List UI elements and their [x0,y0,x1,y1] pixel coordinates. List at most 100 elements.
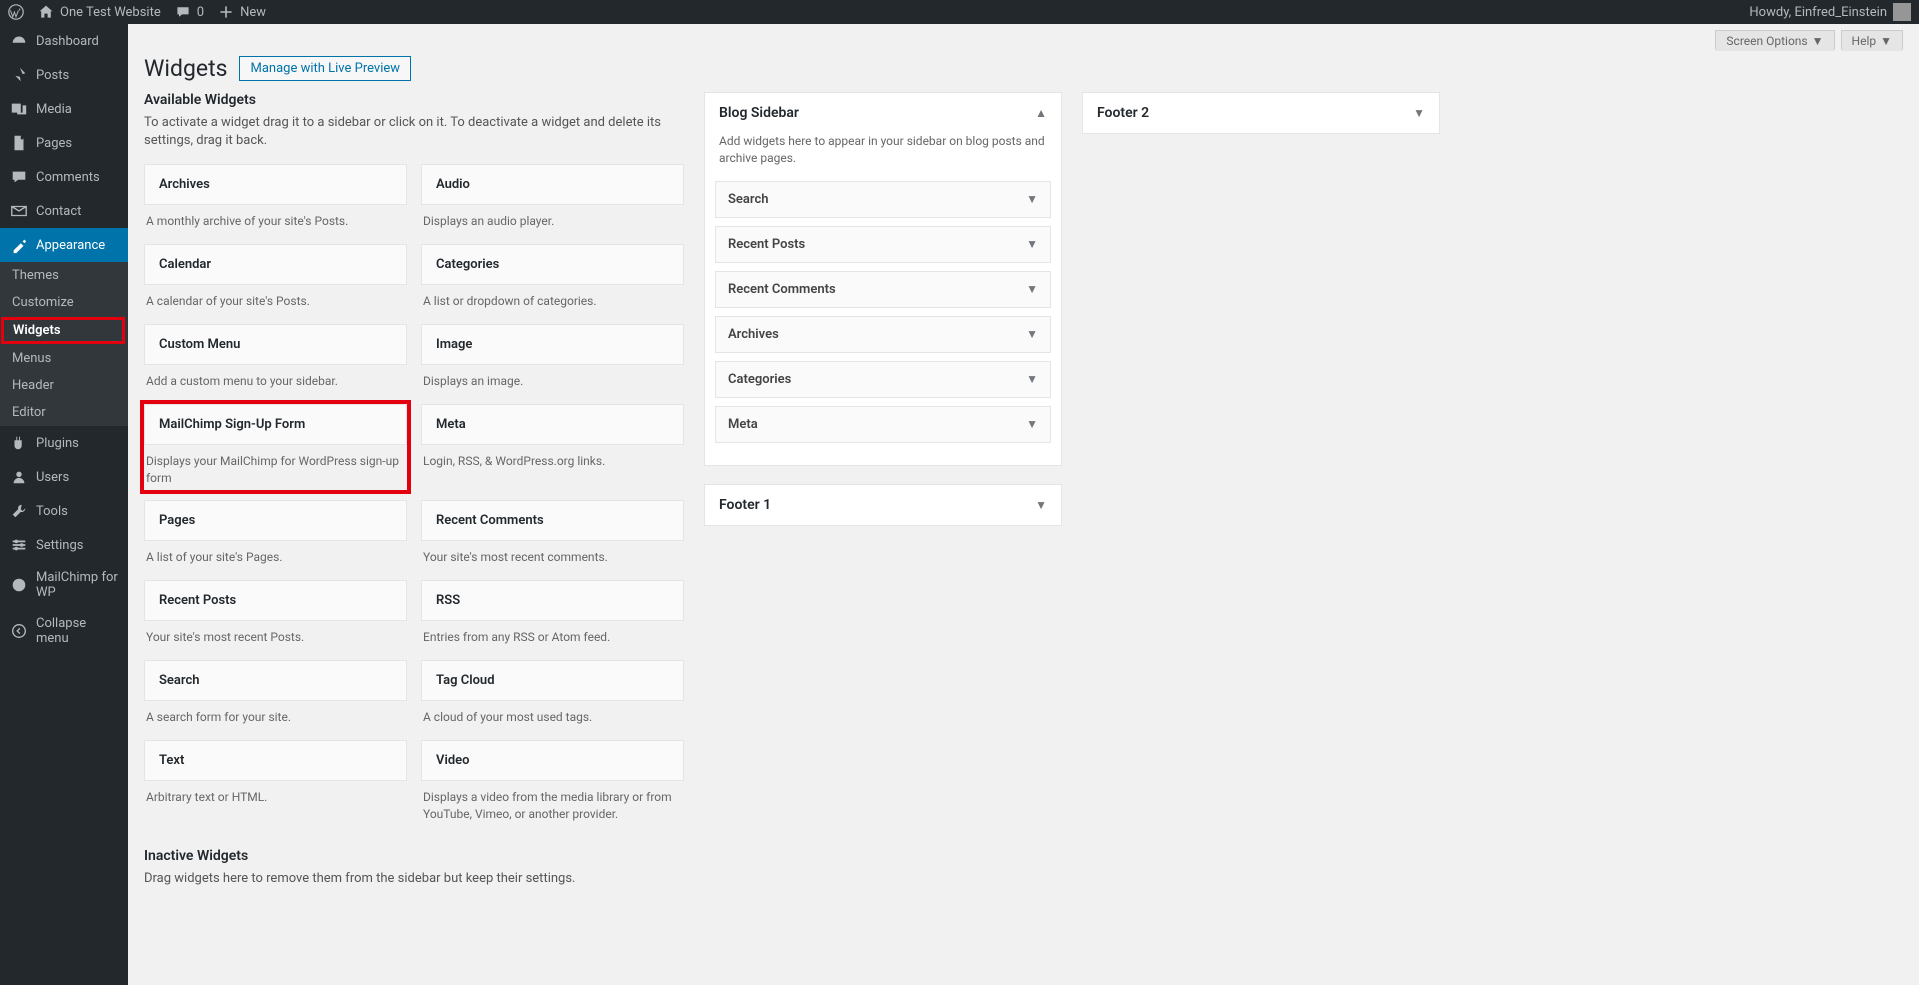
widget-area-footer-2: Footer 2 ▼ [1082,92,1440,134]
widget-handle[interactable]: MailChimp Sign-Up Form [144,404,407,445]
appearance-submenu: ThemesCustomizeWidgetsMenusHeaderEditor [0,262,128,426]
available-widget: RSSEntries from any RSS or Atom feed. [421,580,684,650]
available-widgets-grid: ArchivesA monthly archive of your site's… [144,164,684,826]
comments-link[interactable]: 0 [175,4,204,20]
menu-item-pages[interactable]: Pages [0,126,128,160]
screen-options-button[interactable]: Screen Options ▼ [1715,30,1834,51]
widget-handle[interactable]: Pages [144,500,407,541]
available-widget: Custom MenuAdd a custom menu to your sid… [144,324,407,394]
inactive-widgets-desc: Drag widgets here to remove them from th… [144,870,684,888]
site-link[interactable]: One Test Website [38,4,161,20]
appearance-icon [10,236,28,254]
widget-handle[interactable]: Tag Cloud [421,660,684,701]
submenu-item-widgets[interactable]: Widgets [1,317,125,344]
widget-handle[interactable]: Custom Menu [144,324,407,365]
menu-item-tools[interactable]: Tools [0,494,128,528]
widget-handle[interactable]: Search [144,660,407,701]
comments-count: 0 [197,5,204,20]
menu-item-label: Users [36,470,69,485]
widget-handle[interactable]: RSS [421,580,684,621]
available-widget: AudioDisplays an audio player. [421,164,684,234]
widget-handle[interactable]: Recent Comments [421,500,684,541]
widget-handle[interactable]: Archives [144,164,407,205]
new-link[interactable]: New [218,4,266,20]
available-widget: MetaLogin, RSS, & WordPress.org links. [421,404,684,491]
widget-description: A search form for your site. [144,701,407,730]
home-icon [38,4,54,20]
menu-item-comments[interactable]: Comments [0,160,128,194]
menu-item-label: Plugins [36,436,79,451]
widget-handle[interactable]: Audio [421,164,684,205]
placed-widget-title: Recent Posts [728,237,805,252]
placed-widget[interactable]: Recent Posts▼ [715,226,1051,263]
widget-area-header[interactable]: Blog Sidebar ▲ [705,93,1061,133]
widget-area-footer-1: Footer 1 ▼ [704,484,1062,526]
menu-item-users[interactable]: Users [0,460,128,494]
submenu-item-themes[interactable]: Themes [0,262,128,289]
widget-handle[interactable]: Calendar [144,244,407,285]
widget-handle[interactable]: Recent Posts [144,580,407,621]
available-widget: VideoDisplays a video from the media lib… [421,740,684,827]
placed-widget-title: Categories [728,372,791,387]
howdy-label: Howdy, Einfred_Einstein [1749,5,1887,20]
page-title: Widgets [144,55,227,82]
menu-item-label: Dashboard [36,34,99,49]
widget-description: Login, RSS, & WordPress.org links. [421,445,684,474]
menu-item-collapse-menu[interactable]: Collapse menu [0,608,128,654]
menu-item-contact[interactable]: Contact [0,194,128,228]
pages-icon [10,134,28,152]
chevron-down-icon: ▼ [1413,106,1425,120]
widget-description: Your site's most recent comments. [421,541,684,570]
wp-logo[interactable] [8,4,24,20]
available-widget: PagesA list of your site's Pages. [144,500,407,570]
widget-handle[interactable]: Video [421,740,684,781]
chevron-down-icon: ▼ [1026,282,1038,296]
menu-item-label: Pages [36,136,72,151]
menu-item-posts[interactable]: Posts [0,58,128,92]
menu-item-settings[interactable]: Settings [0,528,128,562]
widget-description: Displays your MailChimp for WordPress si… [144,445,407,491]
submenu-item-menus[interactable]: Menus [0,345,128,372]
widget-area-header[interactable]: Footer 1 ▼ [705,485,1061,525]
widget-handle[interactable]: Text [144,740,407,781]
users-icon [10,468,28,486]
help-button[interactable]: Help ▼ [1841,30,1903,51]
manage-live-preview-button[interactable]: Manage with Live Preview [239,56,411,81]
available-widget: TextArbitrary text or HTML. [144,740,407,827]
widget-area-header[interactable]: Footer 2 ▼ [1083,93,1439,133]
menu-item-media[interactable]: Media [0,92,128,126]
menu-item-appearance[interactable]: Appearance [0,228,128,262]
available-widget: ImageDisplays an image. [421,324,684,394]
widget-description: Displays a video from the media library … [421,781,684,827]
widget-handle[interactable]: Meta [421,404,684,445]
widget-area-blog-sidebar: Blog Sidebar ▲ Add widgets here to appea… [704,92,1062,466]
available-widgets-heading: Available Widgets [144,92,684,108]
menu-item-dashboard[interactable]: Dashboard [0,24,128,58]
placed-widget-title: Meta [728,417,758,432]
available-widget: CalendarA calendar of your site's Posts. [144,244,407,314]
widget-description: Your site's most recent Posts. [144,621,407,650]
howdy-link[interactable]: Howdy, Einfred_Einstein [1749,3,1911,21]
widget-description: A list of your site's Pages. [144,541,407,570]
widget-description: Displays an audio player. [421,205,684,234]
widget-handle[interactable]: Categories [421,244,684,285]
submenu-item-editor[interactable]: Editor [0,399,128,426]
placed-widget[interactable]: Categories▼ [715,361,1051,398]
available-widget: Recent CommentsYour site's most recent c… [421,500,684,570]
widget-area-title: Footer 2 [1097,105,1149,121]
tools-icon [10,502,28,520]
submenu-item-customize[interactable]: Customize [0,289,128,316]
placed-widget[interactable]: Archives▼ [715,316,1051,353]
available-widget: Tag CloudA cloud of your most used tags. [421,660,684,730]
widget-description: Entries from any RSS or Atom feed. [421,621,684,650]
menu-item-mailchimp-for-wp[interactable]: MailChimp for WP [0,562,128,608]
submenu-item-header[interactable]: Header [0,372,128,399]
widget-handle[interactable]: Image [421,324,684,365]
placed-widget[interactable]: Search▼ [715,181,1051,218]
menu-item-plugins[interactable]: Plugins [0,426,128,460]
menu-item-label: Media [36,102,72,117]
placed-widget[interactable]: Meta▼ [715,406,1051,443]
chevron-down-icon: ▼ [1880,34,1892,48]
main-content: Screen Options ▼ Help ▼ Widgets Manage w… [128,24,1919,933]
placed-widget[interactable]: Recent Comments▼ [715,271,1051,308]
